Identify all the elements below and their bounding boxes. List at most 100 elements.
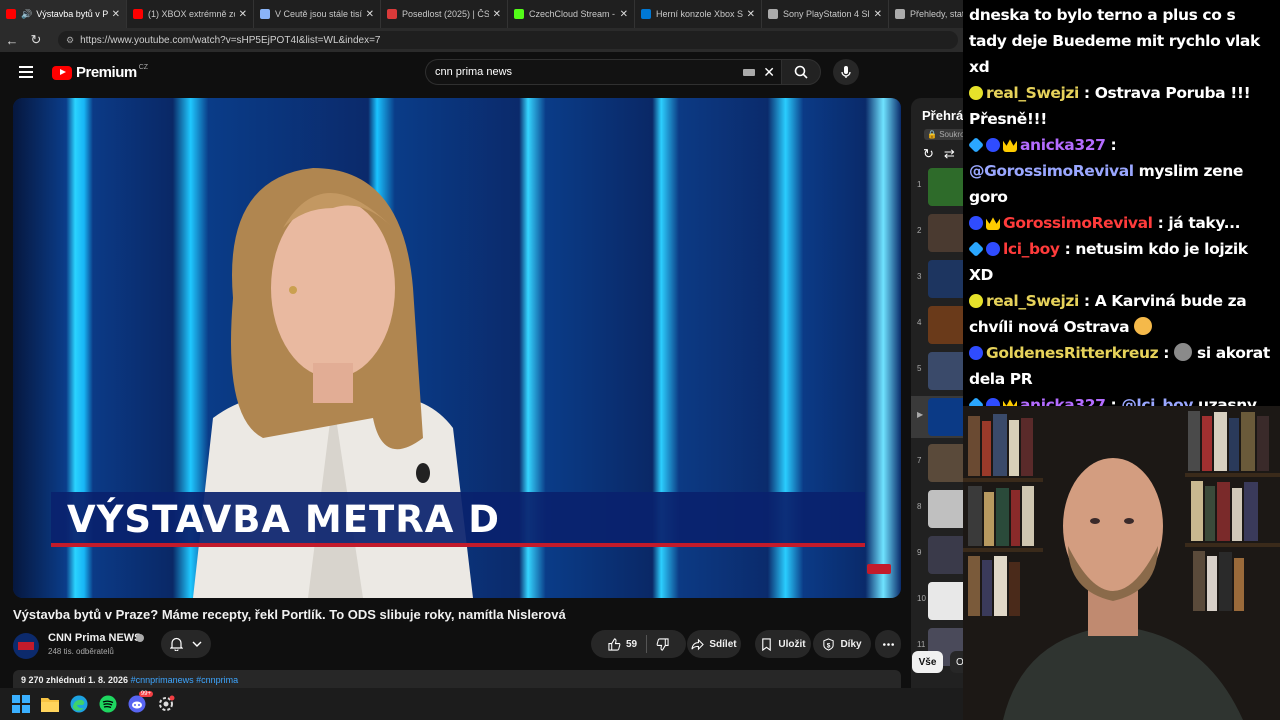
like-button[interactable]: 59 [608, 637, 637, 651]
lemon-badge-icon [969, 86, 983, 100]
file-explorer-icon[interactable] [40, 694, 60, 714]
chat-message: dneska to bylo terno a plus co s tady de… [969, 2, 1274, 80]
more-actions-button[interactable] [875, 630, 901, 658]
edge-browser-icon[interactable] [69, 694, 89, 714]
playlist-item-thumbnail [928, 582, 964, 620]
tab-close-icon[interactable]: ✕ [620, 9, 628, 20]
playlist-item[interactable]: 9 [911, 534, 964, 576]
thumbs-down-icon [656, 637, 669, 651]
dislike-button[interactable] [656, 637, 669, 651]
playlist-item[interactable]: 1 [911, 166, 964, 208]
playlist-item[interactable]: 5 [911, 350, 964, 392]
playlist-title[interactable]: Přehrát později [922, 108, 964, 123]
voice-search-button[interactable] [833, 59, 859, 85]
browser-tab[interactable]: 🔊 Výstavba bytů v Praze ✕ [0, 0, 127, 28]
playlist-item-index: 2 [917, 226, 922, 235]
browser-tab[interactable]: Přehledy, statistiky✕ [889, 0, 964, 28]
channel-name[interactable]: CNN Prima NEWS [48, 632, 142, 644]
tab-title: V Ceutě jsou stále tisíce [275, 9, 362, 19]
address-bar-row: ← ↻ ⚙ https://www.youtube.com/watch?v=sH… [0, 28, 964, 52]
tab-close-icon[interactable]: ✕ [239, 9, 247, 20]
youtube-premium-logo[interactable]: Premium CZ [52, 64, 148, 81]
browser-tab[interactable]: Herní konzole Xbox Series ✕ [635, 0, 762, 28]
playlist-item[interactable]: 3 [911, 258, 964, 300]
browser-tab[interactable]: V Ceutě jsou stále tisíce ✕ [254, 0, 381, 28]
video-player[interactable]: VÝSTAVBA METRA D [13, 98, 901, 598]
playlist-item-index: 4 [917, 318, 922, 327]
url-field[interactable]: ⚙ https://www.youtube.com/watch?v=sHP5Ej… [58, 31, 958, 49]
windows-taskbar: 99+ [0, 688, 963, 720]
playlist-item[interactable]: 10 [911, 580, 964, 622]
shuffle-icon[interactable]: ⇄ [944, 146, 955, 162]
chat-username[interactable]: lci_boy [1003, 240, 1060, 258]
chat-message: GoldenesRitterkreuz : si akorat dela PR [969, 343, 1270, 388]
description-hashtags[interactable]: #cnnprimanews #cnnprima [131, 675, 239, 685]
settings-icon[interactable] [156, 694, 176, 714]
playlist-item[interactable]: 4 [911, 304, 964, 346]
description-box[interactable]: 9 270 zhlédnutí 1. 8. 2026 #cnnprimanews… [13, 670, 901, 688]
chat-username[interactable]: anicka327 [1020, 396, 1106, 406]
tab-favicon-icon [895, 9, 905, 19]
playlist-item[interactable]: ▶ [911, 396, 964, 438]
subscription-bell-button[interactable] [161, 630, 211, 658]
windows-start-icon[interactable] [11, 694, 31, 714]
chat-message: real_Swejzi : Ostrava Poruba !!! Přesně!… [969, 84, 1251, 128]
chat-text: já taky... [1168, 214, 1241, 232]
playlist-item-thumbnail [928, 352, 964, 390]
chip-all[interactable]: Vše [912, 651, 943, 673]
thanks-label: Díky [840, 638, 862, 650]
search-button[interactable] [781, 59, 821, 85]
chat-username[interactable]: real_Swejzi [986, 84, 1079, 102]
spotify-icon[interactable] [98, 694, 118, 714]
search-input[interactable]: cnn prima news ✕ [425, 59, 781, 85]
stream-chat-overlay: dneska to bylo terno a plus co s tady de… [963, 0, 1280, 406]
chat-username[interactable]: GorossimoRevival [1003, 214, 1153, 232]
tab-title: Herní konzole Xbox Series [656, 9, 743, 19]
tab-favicon-icon [514, 9, 524, 19]
keyboard-icon[interactable] [743, 69, 755, 76]
save-label: Uložit [778, 638, 806, 650]
browser-tab[interactable]: (1) XBOX extrémně zdražuje ✕ [127, 0, 254, 28]
chat-username[interactable]: anicka327 [1020, 136, 1106, 154]
blue-badge-icon [969, 346, 983, 360]
screen: { "browser": { "tabs": [ {"title": "Výst… [0, 0, 1280, 720]
share-label: Sdílet [709, 638, 737, 650]
browser-tab[interactable]: CzechCloud Stream - Watch ✕ [508, 0, 635, 28]
clear-search-icon[interactable]: ✕ [763, 64, 775, 81]
chat-mention[interactable]: @GorossimoRevival [969, 162, 1134, 180]
save-button[interactable]: Uložit [755, 630, 811, 658]
thanks-button[interactable]: $ Díky [813, 630, 871, 658]
tab-audio-icon[interactable]: 🔊 [21, 9, 32, 20]
tab-close-icon[interactable]: ✕ [493, 9, 501, 20]
chat-username[interactable]: GoldenesRitterkreuz [986, 344, 1159, 362]
tab-close-icon[interactable]: ✕ [874, 9, 882, 20]
playlist-item-thumbnail [928, 168, 964, 206]
tab-favicon-icon [768, 9, 778, 19]
chat-mention[interactable]: @lci_boy [1121, 396, 1193, 406]
back-button[interactable]: ← [0, 28, 24, 52]
browser-tab[interactable]: Posedlost (2025) | ČSFD ✕ [381, 0, 508, 28]
chat-message: anicka327 : @GorossimoRevival myslim zen… [968, 136, 1244, 206]
chat-emote-icon [1134, 317, 1153, 335]
browser-tab[interactable]: Sony PlayStation 4 Slim ✕ [762, 0, 889, 28]
tab-close-icon[interactable]: ✕ [747, 9, 755, 20]
loop-icon[interactable]: ↻ [923, 146, 934, 162]
hamburger-menu-icon[interactable] [19, 66, 33, 78]
reload-button[interactable]: ↻ [24, 28, 48, 52]
playlist-item[interactable]: 7 [911, 442, 964, 484]
site-info-icon[interactable]: ⚙ [66, 35, 74, 46]
tab-close-icon[interactable]: ✕ [112, 9, 120, 20]
playlist-item-thumbnail [928, 444, 964, 482]
channel-action-row: CNN Prima NEWS 248 tis. odběratelů 59 Sd… [13, 630, 901, 660]
share-button[interactable]: Sdílet [687, 630, 741, 658]
playlist-item[interactable]: 2 [911, 212, 964, 254]
playlist-item[interactable]: 8 [911, 488, 964, 530]
tab-close-icon[interactable]: ✕ [366, 9, 374, 20]
views-and-date: 9 270 zhlédnutí 1. 8. 2026 [21, 675, 129, 685]
discord-icon[interactable]: 99+ [127, 691, 153, 714]
chat-text: dneska to bylo terno a plus co s tady de… [969, 6, 1260, 76]
playlist-panel: Přehrát později 🔒 Soukromé ↻ ⇄ 1 2 3 4 5 ▶ 7 8 9… [911, 98, 964, 688]
chat-username[interactable]: real_Swejzi [986, 292, 1079, 310]
super-thanks-icon: $ [823, 637, 835, 651]
channel-avatar[interactable] [13, 633, 39, 659]
